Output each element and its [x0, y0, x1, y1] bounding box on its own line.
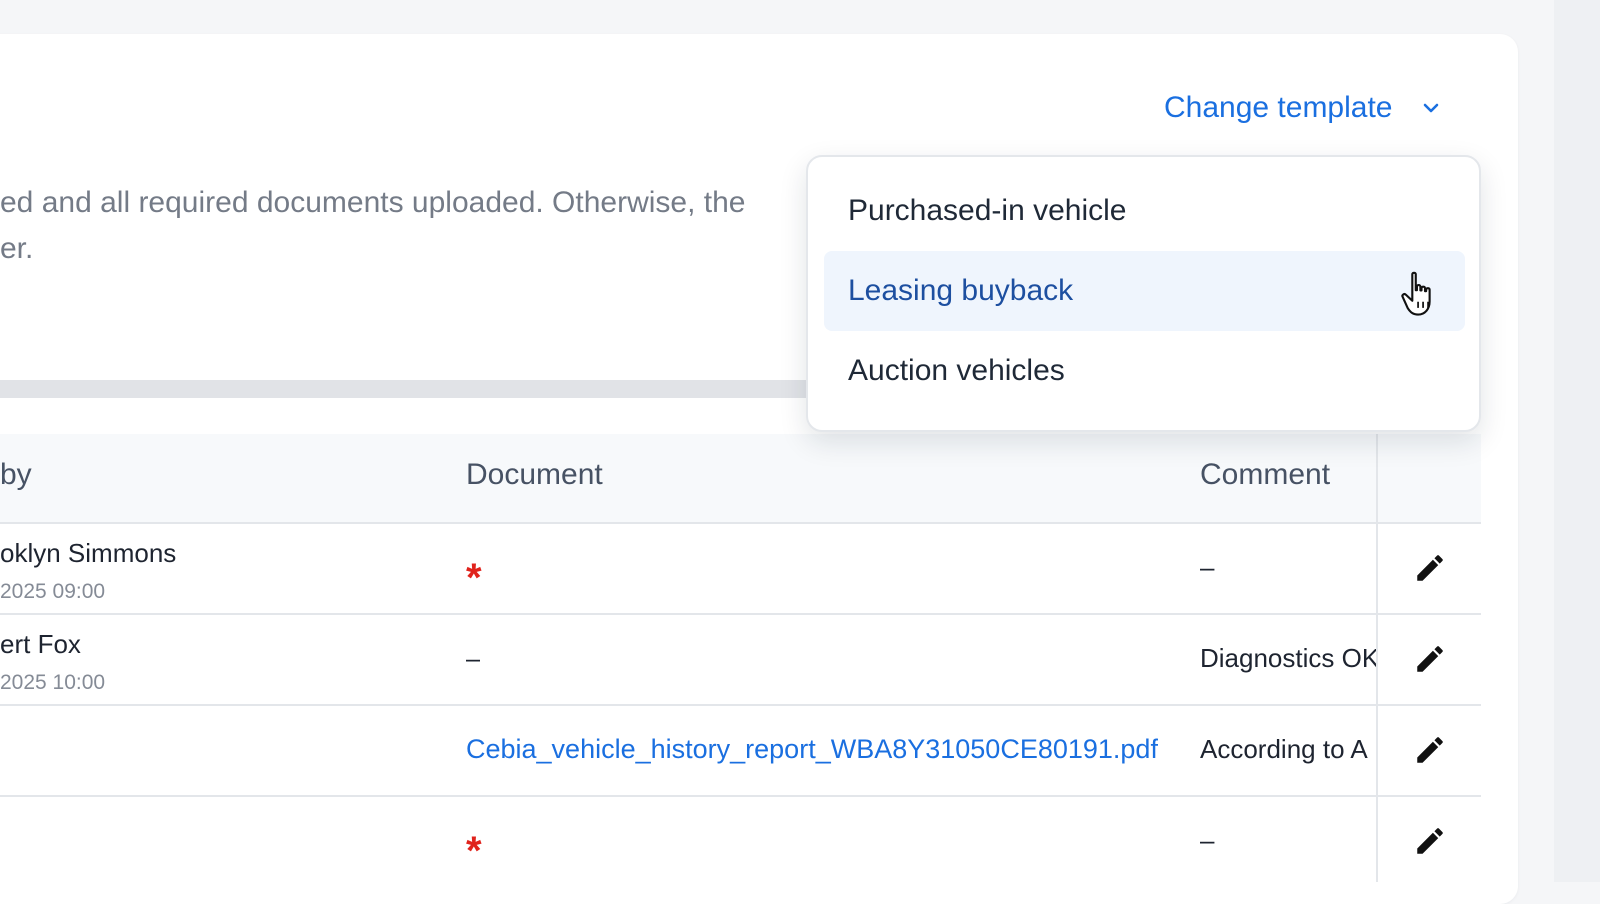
page-edge — [1554, 0, 1600, 882]
row-comment: – — [1200, 825, 1215, 855]
pencil-icon — [1417, 737, 1443, 763]
row-by-date: 2025 09:00 — [0, 580, 106, 603]
documents-table: by Document Comment oklyn Simmons 2025 0… — [0, 434, 1481, 888]
edit-row-button[interactable] — [1410, 639, 1450, 679]
column-header-document: Document — [466, 458, 603, 491]
required-document-marker: * — [466, 558, 482, 598]
menu-item-purchased-in-vehicle[interactable]: Purchased-in vehicle — [824, 171, 1465, 251]
document-link[interactable]: Cebia_vehicle_history_report_WBA8Y31050C… — [466, 734, 1158, 765]
edit-row-button[interactable] — [1410, 821, 1450, 861]
column-header-comment: Comment — [1200, 458, 1331, 491]
row-comment: – — [1200, 552, 1215, 582]
edit-row-button[interactable] — [1410, 548, 1450, 588]
template-notice: ed and all required documents uploaded. … — [0, 180, 790, 272]
hand-pointer-icon — [1401, 271, 1431, 316]
notice-line-2: er. — [0, 232, 34, 265]
change-template-label: Change template — [1164, 91, 1393, 124]
row-document-empty: – — [466, 643, 481, 673]
progress-track — [0, 380, 810, 398]
pencil-icon — [1417, 828, 1443, 854]
column-separator — [1376, 434, 1378, 882]
row-by-date: 2025 10:00 — [0, 671, 106, 694]
row-comment: Diagnostics OK — [1200, 643, 1376, 673]
edit-row-button[interactable] — [1410, 730, 1450, 770]
table-row: * – — [0, 797, 1481, 888]
row-comment: According to A — [1200, 734, 1368, 764]
menu-item-leasing-buyback[interactable]: Leasing buyback — [824, 251, 1465, 331]
chevron-down-icon — [1423, 103, 1438, 113]
table-row: Cebia_vehicle_history_report_WBA8Y31050C… — [0, 706, 1481, 797]
column-header-by: by — [0, 458, 32, 491]
row-by-name: ert Fox — [0, 629, 81, 659]
table-header: by Document Comment — [0, 434, 1481, 524]
change-template-button[interactable]: Change template — [1164, 88, 1443, 128]
required-document-marker: * — [466, 831, 482, 871]
table-row: oklyn Simmons 2025 09:00 * – — [0, 524, 1481, 615]
row-by-name: oklyn Simmons — [0, 538, 177, 568]
pencil-icon — [1417, 555, 1443, 581]
pencil-icon — [1417, 646, 1443, 672]
menu-item-auction-vehicles[interactable]: Auction vehicles — [824, 331, 1465, 411]
notice-line-1: ed and all required documents uploaded. … — [0, 186, 746, 219]
template-dropdown-menu: Purchased-in vehicle Leasing buyback Auc… — [806, 155, 1481, 432]
table-row: ert Fox 2025 10:00 – Diagnostics OK — [0, 615, 1481, 706]
